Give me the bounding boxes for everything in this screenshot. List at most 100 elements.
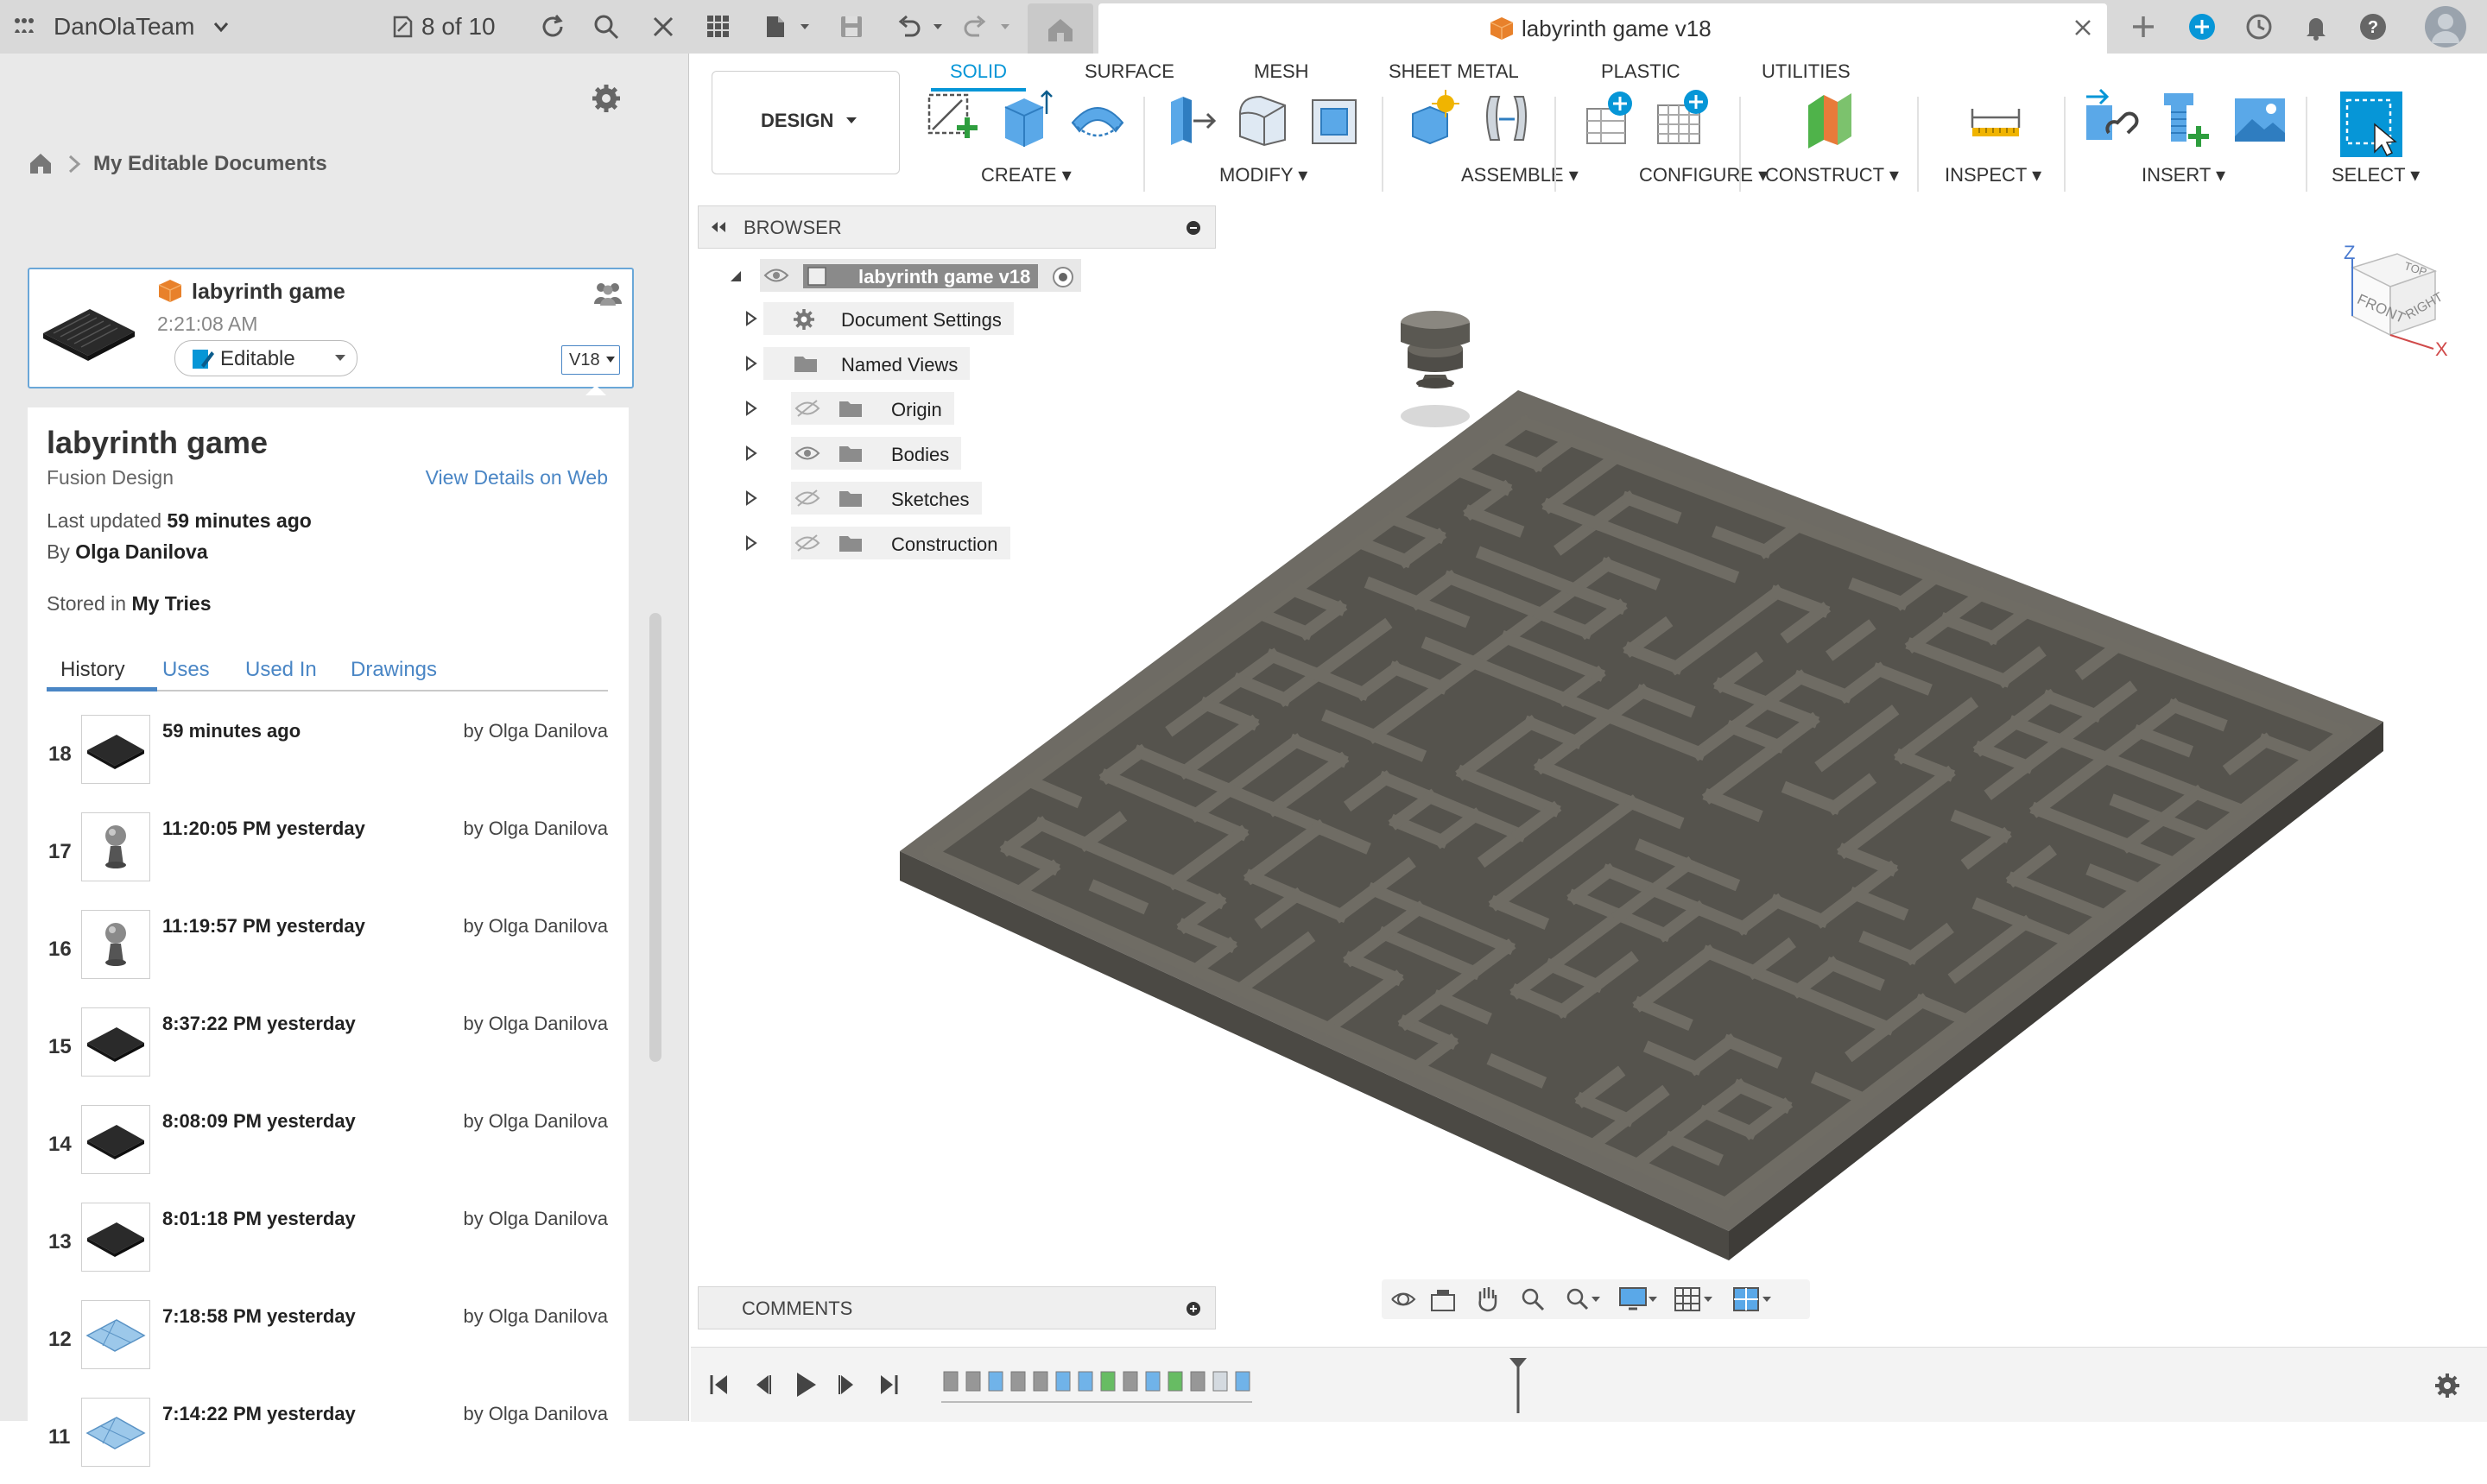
fillet-icon[interactable] [1235,88,1292,150]
add-comment-icon[interactable] [1186,1301,1201,1317]
help-icon[interactable]: ? [2356,9,2390,44]
tab-utilities[interactable]: UTILITIES [1762,60,1851,83]
notifications-icon[interactable] [2299,9,2333,44]
history-row[interactable]: 15 8:37:22 PM yesterday by Olga Danilova [28,1004,629,1094]
team-name[interactable]: DanOlaTeam [54,0,194,54]
redo-chevron-icon[interactable] [988,9,1022,44]
timeline-settings-gear-icon[interactable] [2433,1372,2461,1399]
inspect-menu[interactable]: INSPECT ▾ [1945,164,2041,186]
extrude-icon[interactable] [998,88,1055,150]
history-row[interactable]: 13 8:01:18 PM yesterday by Olga Danilova [28,1199,629,1289]
browser-item[interactable]: Sketches [725,482,1105,515]
new-component-icon[interactable] [1406,88,1463,150]
home-icon[interactable] [28,150,54,176]
tab-history[interactable]: History [60,658,125,682]
insert-mcmaster-icon[interactable] [2155,88,2212,150]
zoom-icon[interactable] [1520,1286,1546,1312]
save-icon[interactable] [834,9,869,44]
measure-icon[interactable] [1967,88,2024,150]
home-tab[interactable] [1028,3,1093,54]
timeline-feature-icon[interactable] [1143,1368,1162,1394]
comments-panel-header[interactable]: COMMENTS [698,1286,1216,1329]
timeline-first-icon[interactable] [708,1372,731,1398]
browser-minimize-icon[interactable] [1186,220,1201,236]
tab-plastic[interactable]: PLASTIC [1601,60,1680,83]
revolve-icon[interactable] [1067,88,1124,150]
activate-radio-icon[interactable] [1052,266,1074,288]
new-tab-icon[interactable] [2126,9,2161,44]
collapse-triangle-icon[interactable] [729,269,743,283]
expand-triangle-icon[interactable] [744,311,758,326]
tab-uses[interactable]: Uses [162,658,210,682]
expand-triangle-icon[interactable] [744,490,758,506]
insert-menu[interactable]: INSERT ▾ [2142,164,2225,186]
job-status-icon[interactable] [2242,9,2276,44]
configure-rules-icon[interactable] [1655,88,1712,150]
timeline-feature-icon[interactable] [1166,1368,1185,1394]
configure-table-icon[interactable] [1582,88,1639,150]
create-menu[interactable]: CREATE ▾ [981,164,1072,186]
document-card[interactable]: labyrinth game 2:21:08 AM Editable V18 [28,268,634,388]
timeline-previous-icon[interactable] [751,1372,774,1398]
timeline-feature-icon[interactable] [1009,1368,1028,1394]
tab-sheet-metal[interactable]: SHEET METAL [1389,60,1519,83]
history-row[interactable]: 14 8:08:09 PM yesterday by Olga Danilova [28,1102,629,1191]
timeline-feature-icon[interactable] [986,1368,1005,1394]
timeline-next-icon[interactable] [836,1372,858,1398]
timeline-feature-icon[interactable] [1054,1368,1073,1394]
pan-hand-icon[interactable] [1475,1285,1501,1312]
fit-zoom-icon[interactable] [1565,1286,1601,1312]
scrollbar-thumb[interactable] [649,613,661,1062]
construct-menu[interactable]: CONSTRUCT ▾ [1765,164,1899,186]
history-row[interactable]: 18 59 minutes ago by Olga Danilova [28,711,629,801]
timeline-feature-icon[interactable] [964,1368,983,1394]
undo-chevron-icon[interactable] [921,9,955,44]
orbit-icon[interactable] [1390,1286,1416,1312]
timeline-play-icon[interactable] [793,1370,819,1399]
browser-item[interactable]: Document Settings [725,302,1105,335]
timeline-feature-icon[interactable] [1188,1368,1207,1394]
browser-item[interactable]: Named Views [725,347,1105,380]
expand-triangle-icon[interactable] [744,445,758,461]
stored-in-value[interactable]: My Tries [131,592,211,615]
tab-surface[interactable]: SURFACE [1085,60,1174,83]
version-selector[interactable]: V18 [561,345,620,375]
chevron-down-icon[interactable] [204,9,238,44]
modify-menu[interactable]: MODIFY ▾ [1219,164,1307,186]
extensions-icon[interactable] [2185,9,2219,44]
shell-icon[interactable] [1306,88,1363,150]
timeline-feature-icon[interactable] [1121,1368,1140,1394]
timeline-feature-icon[interactable] [941,1368,960,1394]
browser-root-row[interactable]: labyrinth game v18 [725,259,1092,294]
browser-item[interactable]: Origin [725,392,1105,425]
create-sketch-icon[interactable] [924,88,981,150]
browser-item[interactable]: Construction [725,527,1105,559]
tab-used-in[interactable]: Used In [245,658,317,682]
profile-avatar[interactable] [2423,4,2468,49]
history-row[interactable]: 17 11:20:05 PM yesterday by Olga Danilova [28,809,629,899]
visibility-eye-icon[interactable] [794,489,820,508]
expand-triangle-icon[interactable] [744,356,758,371]
apps-grid-icon[interactable] [7,9,41,44]
insert-derive-icon[interactable] [2083,88,2140,150]
view-details-link[interactable]: View Details on Web [426,466,608,489]
workspace-switcher[interactable]: DESIGN [712,71,900,174]
history-row[interactable]: 16 11:19:57 PM yesterday by Olga Danilova [28,906,629,996]
timeline-feature-icon[interactable] [1031,1368,1050,1394]
expand-triangle-icon[interactable] [744,401,758,416]
timeline-feature-icon[interactable] [1098,1368,1117,1394]
timeline-feature-icon[interactable] [1076,1368,1095,1394]
tab-drawings[interactable]: Drawings [351,658,437,682]
press-pull-icon[interactable] [1162,88,1219,150]
search-icon[interactable] [589,9,623,44]
look-at-icon[interactable] [1430,1288,1456,1312]
timeline-feature-icon[interactable] [1233,1368,1252,1394]
expand-triangle-icon[interactable] [744,535,758,551]
visibility-eye-icon[interactable] [763,266,789,285]
collapse-panel-icon[interactable] [709,218,728,236]
close-icon[interactable] [646,9,680,44]
document-tab[interactable]: labyrinth game v18 [1098,3,2107,54]
jobs-icon[interactable] [385,9,420,44]
close-tab-icon[interactable] [2071,16,2095,40]
breadcrumb[interactable]: My Editable Documents [93,152,327,176]
